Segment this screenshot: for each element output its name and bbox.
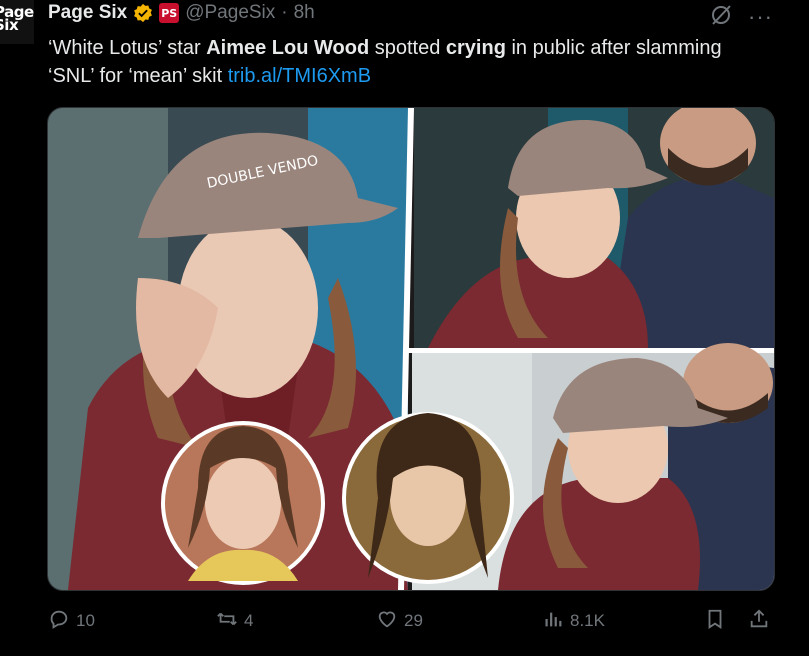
tweet-text: ‘White Lotus’ star Aimee Lou Wood spotte… [48, 34, 768, 90]
repost-count: 4 [244, 611, 254, 630]
tweet-header: Page Six PS @PageSix · 8h [48, 2, 315, 24]
tweet-segment: spotted [369, 37, 446, 59]
tweet-media-image[interactable]: DOUBLE VENDO [47, 107, 775, 591]
reply-icon [48, 608, 70, 635]
separator-dot: · [281, 2, 288, 23]
display-name[interactable]: Page Six [48, 2, 127, 24]
verified-badge-icon [133, 3, 153, 23]
views-icon [542, 608, 564, 635]
repost-button[interactable]: 4 [216, 604, 253, 638]
like-icon [376, 608, 398, 635]
bookmark-button[interactable] [704, 604, 726, 638]
handle[interactable]: @PageSix [185, 2, 275, 24]
tweet-segment: ‘White Lotus’ star [48, 37, 207, 59]
share-icon [748, 608, 770, 635]
tweet-segment-bold: Aimee Lou Wood [206, 37, 370, 59]
avatar[interactable]: Page Six [0, 0, 34, 44]
timestamp[interactable]: 8h [294, 2, 315, 24]
affiliate-badge[interactable]: PS [159, 3, 180, 23]
tweet-segment-bold: crying [445, 37, 506, 59]
views-count: 8.1K [570, 611, 605, 630]
more-icon[interactable]: ··· [748, 4, 773, 30]
repost-icon [216, 608, 238, 635]
tweet-actions: 10 4 29 8.1K [48, 604, 772, 638]
bookmark-icon [704, 608, 726, 635]
like-button[interactable]: 29 [376, 604, 423, 638]
grok-icon[interactable] [708, 2, 734, 28]
share-button[interactable] [748, 604, 770, 638]
reply-count: 10 [76, 611, 95, 630]
views-button[interactable]: 8.1K [542, 604, 605, 638]
reply-button[interactable]: 10 [48, 604, 95, 638]
like-count: 29 [404, 611, 423, 630]
avatar-text: Page Six [0, 3, 34, 34]
tweet-link[interactable]: trib.al/TMI6XmB [228, 65, 371, 87]
